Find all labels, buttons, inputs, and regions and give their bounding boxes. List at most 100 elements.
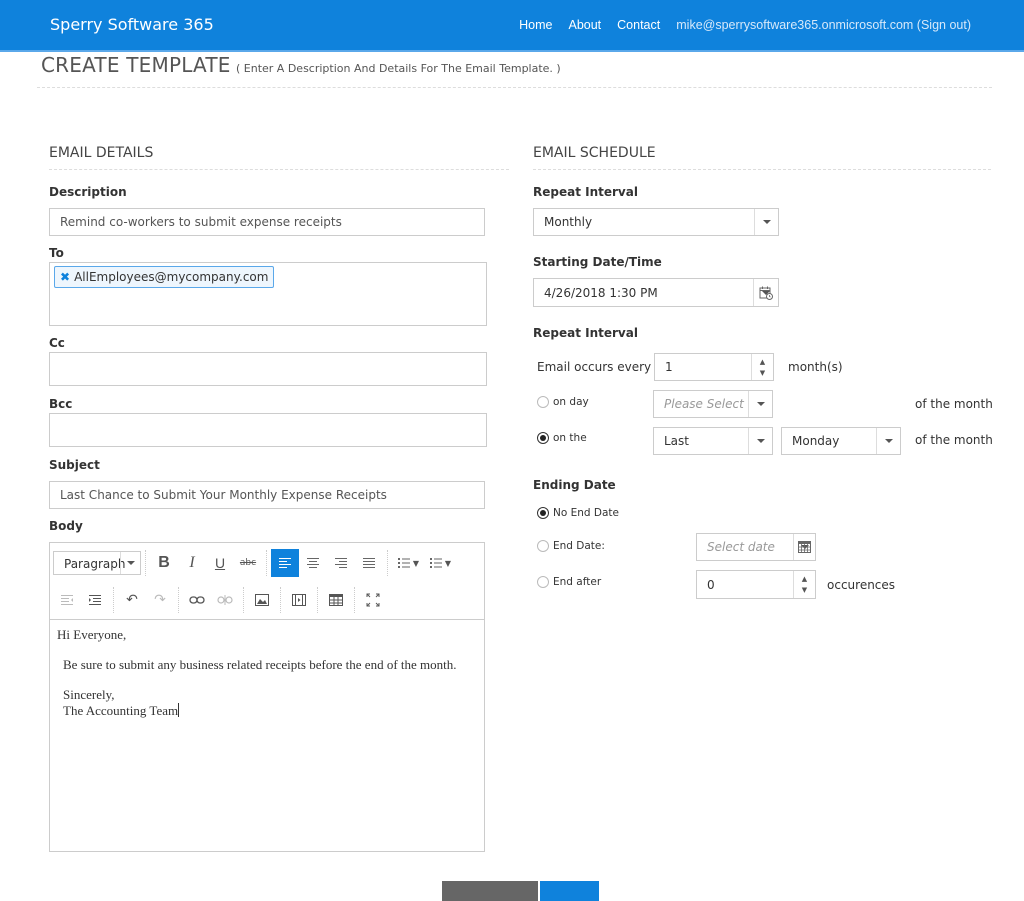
cancel-button[interactable] [442,881,538,901]
end-after-input[interactable]: 0 ▲ ▼ [696,570,816,599]
align-left-button[interactable] [271,549,299,577]
format-select[interactable]: Paragraph [53,551,141,575]
end-after-stepper[interactable]: ▲ ▼ [793,571,815,598]
on-day-select[interactable]: Please Select [653,390,773,418]
redo-icon: ↷ [154,592,166,608]
to-label: To [49,246,64,260]
datetime-picker-button[interactable] [753,279,778,306]
repeat-interval-select[interactable]: Monthly [533,208,779,236]
insert-video-button[interactable] [285,586,313,614]
align-center-button[interactable] [299,549,327,577]
on-day-radio-option[interactable]: on day [537,396,589,408]
bullet-list-button[interactable]: ▼ [392,549,424,577]
nav-home-link[interactable]: Home [519,18,552,32]
numbered-list-button[interactable]: ▼ [424,549,456,577]
indent-icon [89,595,101,605]
nav-contact-link[interactable]: Contact [617,18,660,32]
on-day-radio[interactable] [537,396,549,408]
on-the-radio-option[interactable]: on the [537,432,587,444]
remove-recipient-icon[interactable]: ✖ [60,270,70,284]
insert-link-button[interactable] [183,586,211,614]
underline-button[interactable]: U [206,549,234,577]
justify-button[interactable] [355,549,383,577]
outdent-button[interactable] [53,586,81,614]
align-right-button[interactable] [327,549,355,577]
chevron-down-icon[interactable]: ▼ [760,369,765,376]
strikethrough-button[interactable]: abc [234,549,262,577]
insert-image-button[interactable] [248,586,276,614]
user-sign-out-link[interactable]: mike@sperrysoftware365.onmicrosoft.com (… [676,18,971,32]
calendar-icon [798,541,811,553]
description-input[interactable]: Remind co-workers to submit expense rece… [49,208,485,236]
undo-button[interactable]: ↶ [118,586,146,614]
date-picker-button[interactable] [793,534,815,560]
body-line-signature: The Accounting Team [63,703,179,718]
weekday-select[interactable]: Monday [781,427,901,455]
image-icon [255,594,269,606]
email-details-heading: EMAIL DETAILS [49,145,509,170]
of-the-month-label: of the month [915,433,993,447]
bcc-label: Bcc [49,397,73,411]
ending-date-label: Ending Date [533,478,616,492]
bcc-input[interactable] [49,413,487,447]
start-datetime-input[interactable]: 4/26/2018 1:30 PM [533,278,779,307]
body-line-closing: Sincerely, [63,687,115,702]
subject-input[interactable]: Last Chance to Submit Your Monthly Expen… [49,481,485,509]
to-recipients-input[interactable]: ✖ AllEmployees@mycompany.com [49,262,487,326]
chevron-down-icon: ▼ [444,558,452,568]
recipient-tag: ✖ AllEmployees@mycompany.com [54,266,275,288]
end-date-radio[interactable] [537,540,549,552]
bold-icon: B [158,554,170,571]
chevron-down-icon[interactable]: ▼ [802,587,807,594]
on-the-radio[interactable] [537,432,549,444]
no-end-date-label: No End Date [553,507,620,519]
end-date-input[interactable]: Select date [696,533,816,561]
text-cursor [178,703,180,717]
weekday-value: Monday [792,434,840,448]
no-end-date-option[interactable]: No End Date [537,507,619,519]
occurs-every-stepper[interactable]: ▲ ▼ [751,354,773,380]
repeat-interval-label: Repeat Interval [533,185,638,199]
save-button[interactable] [540,881,599,901]
body-label: Body [49,519,83,533]
align-center-icon [307,558,319,568]
indent-button[interactable] [81,586,109,614]
description-label: Description [49,185,127,199]
end-after-option[interactable]: End after [537,576,601,588]
ordinal-select[interactable]: Last [653,427,773,455]
end-after-radio[interactable] [537,576,549,588]
editor-content-area[interactable]: Hi Everyone, Be sure to submit any busin… [57,627,477,719]
unlink-button[interactable] [211,586,239,614]
video-icon [292,594,306,606]
toolbar-divider [113,587,114,613]
body-editor: Paragraph B I U abc ▼ ▼ ↶ ↷ Hi Everyone,… [49,542,485,852]
editor-toolbar: Paragraph B I U abc ▼ ▼ ↶ ↷ [50,543,484,620]
occurs-unit-label: month(s) [788,360,843,374]
body-line-message: Be sure to submit any business related r… [63,657,457,672]
insert-table-button[interactable] [322,586,350,614]
underline-icon: U [214,555,226,571]
chevron-down-icon [754,209,778,235]
start-datetime-value: 4/26/2018 1:30 PM [544,285,658,300]
chevron-down-icon [748,391,772,417]
align-left-icon [279,558,291,568]
no-end-date-radio[interactable] [537,507,549,519]
occurs-every-input[interactable]: 1 ▲ ▼ [654,353,774,381]
cc-input[interactable] [49,352,487,386]
italic-button[interactable]: I [178,549,206,577]
chevron-up-icon[interactable]: ▲ [760,358,765,365]
on-day-label: on day [553,396,589,408]
end-date-option[interactable]: End Date: [537,540,605,552]
toolbar-divider [354,587,355,613]
chevron-up-icon[interactable]: ▲ [802,576,807,583]
occurs-every-value: 1 [665,360,673,374]
on-the-label: on the [553,432,587,444]
format-select-value: Paragraph [64,557,126,571]
redo-button[interactable]: ↷ [146,586,174,614]
repeat-interval-value: Monthly [544,215,593,229]
of-the-month-label: of the month [915,397,993,411]
bold-button[interactable]: B [150,549,178,577]
nav-about-link[interactable]: About [568,18,601,32]
brand-title[interactable]: Sperry Software 365 [50,15,214,34]
fullscreen-button[interactable] [359,586,387,614]
